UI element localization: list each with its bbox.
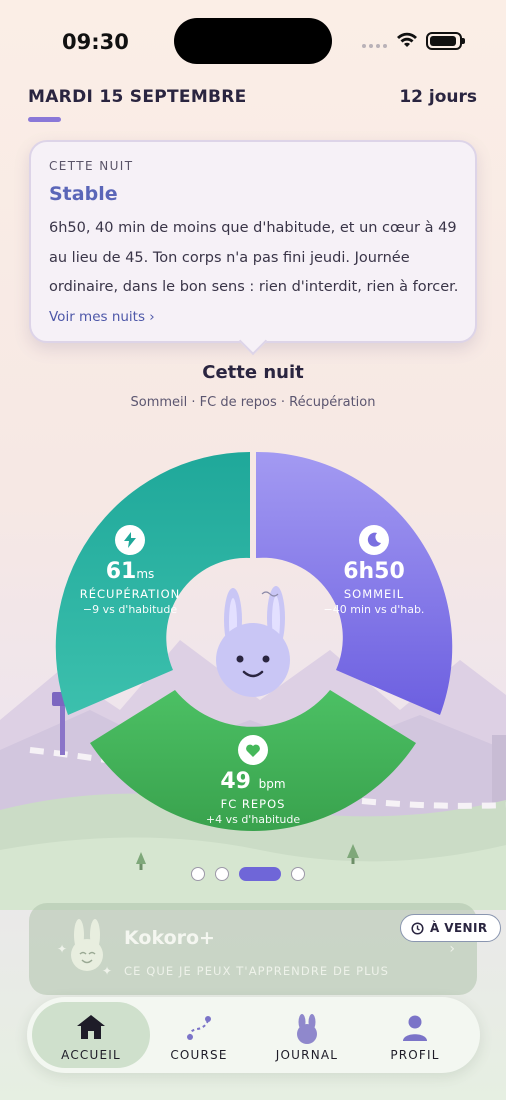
tab-bar: ACCUEIL COURSE JOURNAL PROFIL bbox=[27, 997, 480, 1073]
sleep-value: 6h50 bbox=[343, 559, 405, 584]
section-title: Cette nuit bbox=[202, 362, 304, 383]
streak-counter: 12 jours bbox=[399, 87, 477, 107]
tab-label: COURSE bbox=[170, 1048, 228, 1062]
page-dot-active[interactable] bbox=[239, 867, 281, 881]
route-icon bbox=[187, 1016, 211, 1040]
tab-label: JOURNAL bbox=[275, 1048, 339, 1062]
promo-title: Kokoro+ bbox=[124, 927, 215, 949]
page-dot[interactable] bbox=[191, 867, 205, 881]
promo-subtitle: CE QUE JE PEUX T'APPRENDRE DE PLUS bbox=[124, 964, 390, 978]
status-bar: 09:30 bbox=[0, 0, 506, 80]
recovery-unit: ms bbox=[136, 567, 155, 581]
section-subtitle: Sommeil · FC de repos · Récupération bbox=[130, 395, 376, 410]
page-dot[interactable] bbox=[215, 867, 229, 881]
svg-text:✦: ✦ bbox=[102, 964, 112, 978]
coming-soon-badge: À VENIR bbox=[400, 914, 501, 942]
recovery-value: 61 bbox=[105, 559, 137, 584]
tab-label: ACCUEIL bbox=[61, 1048, 121, 1062]
recovery-delta: −9 vs d'habitude bbox=[82, 603, 178, 616]
tab-profil[interactable]: PROFIL bbox=[356, 1002, 474, 1068]
profile-icon bbox=[403, 1015, 427, 1041]
tab-course[interactable]: COURSE bbox=[140, 1002, 258, 1068]
resting-hr-metric[interactable]: 49 bpm FC REPOS +4 vs d'habitude bbox=[193, 735, 313, 826]
status-time: 09:30 bbox=[62, 30, 129, 54]
dynamic-island bbox=[174, 18, 332, 64]
bunny-mascot-icon: ✦ ✦ bbox=[57, 919, 112, 978]
resting-hr-delta: +4 vs d'habitude bbox=[205, 813, 301, 826]
tab-label: PROFIL bbox=[390, 1048, 440, 1062]
night-summary-card: CETTE NUIT Stable 6h50, 40 min de moins … bbox=[29, 140, 477, 343]
page-dot[interactable] bbox=[291, 867, 305, 881]
recovery-label: RÉCUPÉRATION bbox=[79, 587, 181, 601]
sleep-metric[interactable]: 6h50 SOMMEIL −40 min vs d'hab. bbox=[314, 525, 434, 616]
moon-icon bbox=[359, 525, 389, 555]
svg-text:✦: ✦ bbox=[57, 942, 67, 956]
badge-label: À VENIR bbox=[430, 921, 488, 935]
recovery-metric[interactable]: 61ms RÉCUPÉRATION −9 vs d'habitude bbox=[70, 525, 190, 616]
chevron-right-icon: › bbox=[449, 941, 455, 957]
tab-journal[interactable]: JOURNAL bbox=[248, 1002, 366, 1068]
card-body: 6h50, 40 min de moins que d'habitude, et… bbox=[49, 220, 459, 295]
bunny-icon bbox=[297, 1014, 317, 1044]
date-header: MARDI 15 SEPTEMBRE bbox=[28, 87, 247, 107]
bunny-mascot bbox=[216, 586, 290, 697]
resting-hr-unit: bpm bbox=[258, 777, 286, 791]
resting-hr-value: 49 bbox=[220, 769, 251, 794]
sleep-label: SOMMEIL bbox=[343, 587, 405, 601]
card-eyebrow: CETTE NUIT bbox=[49, 159, 134, 173]
sleep-delta: −40 min vs d'hab. bbox=[323, 603, 425, 616]
tab-accueil[interactable]: ACCUEIL bbox=[32, 1002, 150, 1068]
signal-icon bbox=[362, 44, 387, 48]
lightning-icon bbox=[115, 525, 145, 555]
page-indicator[interactable] bbox=[191, 867, 305, 881]
heart-icon bbox=[238, 735, 268, 765]
wifi-icon bbox=[397, 32, 417, 47]
battery-icon bbox=[426, 32, 465, 50]
date-underline bbox=[28, 117, 61, 122]
resting-hr-label: FC REPOS bbox=[220, 797, 286, 811]
card-title: Stable bbox=[49, 183, 118, 205]
home-icon bbox=[77, 1015, 105, 1039]
clock-icon bbox=[411, 921, 424, 935]
see-nights-link[interactable]: Voir mes nuits › bbox=[49, 309, 155, 325]
